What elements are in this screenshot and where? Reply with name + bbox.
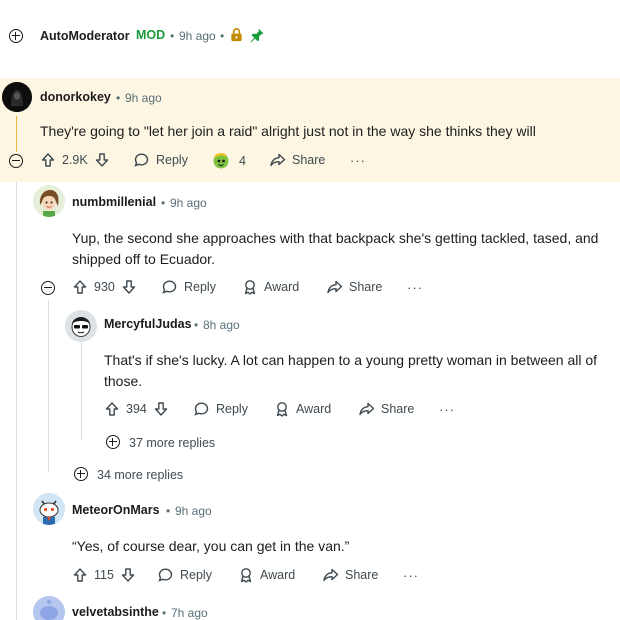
award-icon — [274, 401, 290, 417]
award-label: Award — [296, 402, 332, 416]
vote-count: 115 — [94, 568, 114, 582]
separator-dot: • — [220, 29, 225, 43]
share-label: Share — [292, 153, 326, 167]
separator-dot: • — [170, 29, 175, 43]
downvote-icon[interactable] — [153, 401, 169, 417]
thread-line — [16, 116, 17, 152]
reply-icon — [157, 567, 174, 583]
more-options-icon[interactable]: ··· — [407, 280, 423, 295]
reply-icon — [193, 401, 210, 417]
separator-dot: • — [194, 318, 199, 332]
comment-time: 9h ago — [175, 504, 212, 518]
thread-line — [81, 342, 82, 440]
lock-icon — [229, 27, 244, 47]
comment-username[interactable]: MeteorOnMars — [72, 503, 160, 517]
collapse-thread-icon[interactable] — [9, 154, 23, 168]
comment-body: “Yes, of course dear, you can get in the… — [72, 538, 350, 554]
separator-dot: • — [162, 606, 167, 620]
comment-time: 9h ago — [125, 91, 162, 105]
comment-body: They're going to "let her join a raid" a… — [40, 123, 536, 139]
reply-icon — [133, 152, 150, 168]
share-button[interactable]: Share — [269, 152, 325, 168]
thread-line — [48, 300, 49, 472]
upvote-icon[interactable] — [104, 401, 120, 417]
avatar[interactable] — [33, 596, 65, 620]
separator-dot: • — [166, 504, 171, 518]
comment-time: 8h ago — [203, 318, 240, 332]
collapse-thread-icon[interactable] — [41, 281, 55, 295]
pin-icon — [249, 27, 265, 48]
reply-label: Reply — [216, 402, 248, 416]
vote-count: 394 — [126, 402, 147, 416]
upvote-icon[interactable] — [72, 567, 88, 583]
reply-label: Reply — [180, 568, 212, 582]
share-icon — [322, 567, 339, 583]
comment-username[interactable]: velvetabsinthe — [72, 605, 159, 619]
award-button[interactable]: Award — [238, 567, 295, 583]
reply-button[interactable]: Reply — [133, 152, 188, 168]
comment-time: 7h ago — [171, 606, 208, 620]
reply-button[interactable]: Reply — [157, 567, 212, 583]
reply-button[interactable]: Reply — [161, 279, 216, 295]
share-icon — [358, 401, 375, 417]
share-label: Share — [349, 280, 383, 294]
comment-body: Yup, the second she approaches with that… — [72, 230, 599, 267]
more-options-icon[interactable]: ··· — [439, 402, 455, 417]
avatar[interactable] — [2, 82, 32, 112]
upvote-icon[interactable] — [40, 152, 56, 168]
comment-username[interactable]: donorkokey — [40, 90, 111, 104]
separator-dot: • — [116, 91, 121, 105]
reply-icon — [161, 279, 178, 295]
more-replies-link[interactable]: 37 more replies — [129, 436, 215, 450]
share-button[interactable]: Share — [322, 567, 378, 583]
award-button[interactable]: Award — [242, 279, 299, 295]
award-label: Award — [264, 280, 300, 294]
mod-badge: MOD — [136, 28, 166, 42]
comment-body: That's if she's lucky. A lot can happen … — [104, 352, 598, 389]
award-button[interactable]: Award — [274, 401, 331, 417]
vote-count: 2.9K — [62, 153, 88, 167]
award-icon — [238, 567, 254, 583]
award-count: 4 — [239, 153, 246, 168]
award-label: Award — [260, 568, 296, 582]
thread-line — [16, 182, 17, 620]
upvote-icon[interactable] — [72, 279, 88, 295]
share-icon — [326, 279, 343, 295]
award-icon — [211, 151, 231, 170]
comment-username[interactable]: numbmillenial — [72, 195, 156, 209]
avatar[interactable] — [33, 185, 65, 217]
downvote-icon[interactable] — [121, 279, 137, 295]
comment-username[interactable]: MercyfulJudas — [104, 317, 192, 331]
share-button[interactable]: Share — [358, 401, 414, 417]
comment-time: 9h ago — [170, 196, 207, 210]
vote-count: 930 — [94, 280, 115, 294]
share-label: Share — [381, 402, 415, 416]
reply-button[interactable]: Reply — [193, 401, 248, 417]
expand-thread-icon[interactable] — [9, 29, 23, 43]
reply-label: Reply — [184, 280, 216, 294]
downvote-icon[interactable] — [120, 567, 136, 583]
expand-replies-icon[interactable] — [106, 435, 120, 449]
separator-dot: • — [161, 196, 166, 210]
expand-replies-icon[interactable] — [74, 467, 88, 481]
award-button[interactable]: 4 — [211, 151, 246, 170]
share-button[interactable]: Share — [326, 279, 382, 295]
share-label: Share — [345, 568, 379, 582]
automod-username[interactable]: AutoModerator — [40, 29, 130, 43]
more-replies-link[interactable]: 34 more replies — [97, 468, 183, 482]
more-options-icon[interactable]: ··· — [403, 568, 419, 583]
more-options-icon[interactable]: ··· — [350, 153, 366, 168]
avatar[interactable] — [33, 493, 65, 525]
avatar[interactable] — [65, 310, 97, 342]
share-icon — [269, 152, 286, 168]
automod-time: 9h ago — [179, 29, 216, 43]
downvote-icon[interactable] — [94, 152, 110, 168]
award-icon — [242, 279, 258, 295]
reply-label: Reply — [156, 153, 188, 167]
